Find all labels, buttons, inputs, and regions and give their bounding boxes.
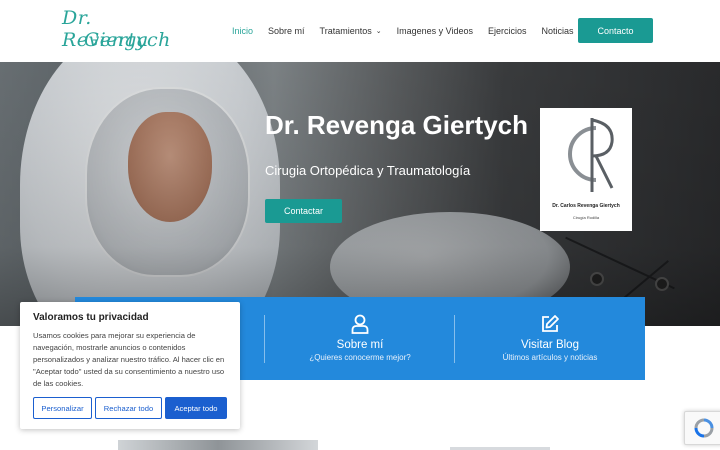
edit-icon — [540, 313, 560, 335]
signature-logo: Dr. Carlos Revenga Giertych Cirugía Rodi… — [540, 108, 632, 231]
cookie-text: Usamos cookies para mejorar su experienc… — [33, 331, 225, 388]
site-logo[interactable]: Dr. Revenga Giertych — [60, 7, 180, 55]
nav-item-tratamientos[interactable]: Tratamientos ⌄ — [320, 26, 382, 36]
nav-label: Tratamientos — [319, 26, 372, 36]
info-item-sobre-mi[interactable]: Sobre mí ¿Quieres conocerme mejor? — [265, 297, 455, 380]
chevron-down-icon: ⌄ — [375, 28, 382, 35]
hero-title: Dr. Revenga Giertych — [265, 110, 528, 140]
nav-label: Sobre mí — [268, 26, 305, 36]
cookie-title: Valoramos tu privacidad — [33, 312, 149, 323]
cr-monogram-icon — [568, 118, 614, 192]
recaptcha-icon — [694, 418, 714, 438]
info-subtitle: Últimos artículos y noticias — [502, 353, 598, 362]
nav-item-inicio[interactable]: Inicio — [232, 26, 253, 36]
contactar-button[interactable]: Contactar — [265, 199, 342, 223]
nav-item-ejercicios[interactable]: Ejercicios — [488, 26, 527, 36]
signature-name: Dr. Carlos Revenga Giertych — [552, 203, 620, 209]
info-subtitle: ¿Quieres conocerme mejor? — [309, 353, 411, 362]
nav-item-noticias[interactable]: Noticias — [542, 26, 574, 36]
info-item-visitar-blog[interactable]: Visitar Blog Últimos artículos y noticia… — [455, 297, 645, 380]
info-title: Visitar Blog — [521, 339, 579, 351]
hero-subtitle: Cirugia Ortopédica y Traumatología — [265, 163, 471, 178]
site-header: Dr. Revenga Giertych Inicio Sobre mí Tra… — [0, 0, 720, 62]
user-icon — [351, 313, 369, 335]
hero-banner: Dr. Revenga Giertych Cirugia Ortopédica … — [0, 62, 720, 326]
signature-caption: Cirugía Rodilla — [572, 215, 600, 220]
nav-label: Noticias — [541, 26, 574, 36]
accept-all-button[interactable]: Aceptar todo — [165, 397, 227, 419]
nav-label: Ejercicios — [487, 26, 527, 36]
info-title: Sobre mí — [336, 339, 384, 351]
contacto-button[interactable]: Contacto — [578, 18, 653, 43]
customize-button[interactable]: Personalizar — [33, 397, 92, 419]
recaptcha-badge[interactable] — [684, 411, 720, 445]
page: Dr. Revenga Giertych Inicio Sobre mí Tra… — [0, 0, 720, 450]
content-image — [118, 440, 318, 450]
nav-item-sobre-mi[interactable]: Sobre mí — [268, 26, 305, 36]
nav-item-imagenes-videos[interactable]: Imagenes y Videos — [397, 26, 473, 36]
nav-label: Inicio — [232, 26, 254, 36]
logo-line-2: Giertych — [84, 29, 171, 51]
reject-all-button[interactable]: Rechazar todo — [95, 397, 162, 419]
main-nav: Inicio Sobre mí Tratamientos ⌄ Imagenes y… — [232, 0, 589, 62]
nav-label: Imagenes y Videos — [396, 26, 473, 36]
cookie-banner: Valoramos tu privacidad Usamos cookies p… — [20, 302, 240, 429]
